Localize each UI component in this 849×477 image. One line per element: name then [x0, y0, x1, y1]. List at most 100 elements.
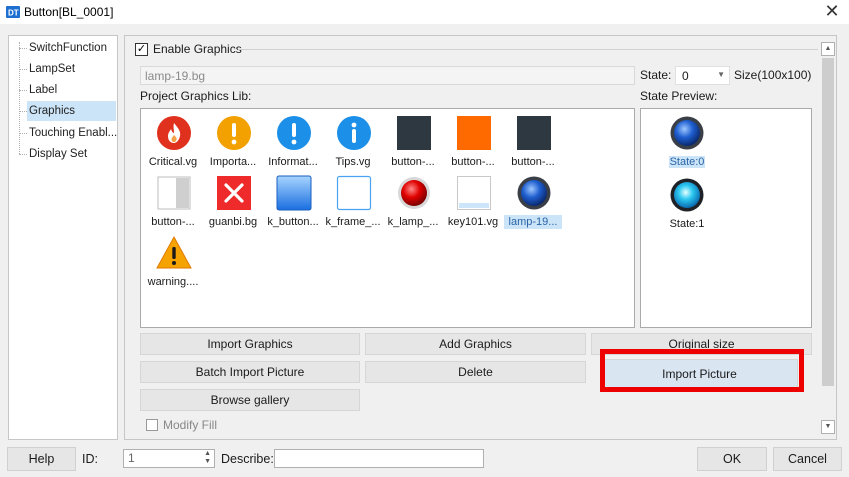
close-icon[interactable]: ✕: [821, 1, 843, 22]
tree-line: [19, 69, 27, 70]
title-bar: DT Button[BL_0001] ✕: [0, 0, 849, 24]
help-button[interactable]: Help: [7, 447, 76, 471]
library-item[interactable]: button-...: [144, 171, 202, 231]
tips-info-icon: [337, 116, 371, 150]
modify-fill-checkbox[interactable]: [146, 419, 158, 431]
state-label: State:: [640, 68, 672, 82]
id-label: ID:: [82, 452, 98, 466]
library-item-caption: guanbi.bg: [208, 216, 258, 228]
library-item-caption: Importa...: [209, 156, 257, 168]
tree-line: [19, 111, 27, 112]
scroll-thumb[interactable]: [822, 58, 834, 386]
library-item-caption: button-...: [151, 216, 195, 228]
blue-lamp-lit-icon: [670, 178, 704, 212]
library-item[interactable]: Informat...: [264, 111, 322, 171]
state-preview-label: State Preview:: [640, 89, 718, 103]
library-item[interactable]: Tips.vg: [324, 111, 382, 171]
id-spinbox[interactable]: 1 ▲ ▼: [123, 449, 215, 468]
nav-item-label[interactable]: Label: [29, 80, 117, 100]
blue-lamp-icon: [517, 176, 551, 210]
tree-line: [19, 48, 27, 49]
key-frame-icon: [457, 176, 491, 210]
warning-triangle-icon: [156, 235, 192, 269]
library-item[interactable]: Critical.vg: [144, 111, 202, 171]
graphics-library-list: Critical.vg Importa... Informat... Tips.…: [140, 108, 635, 328]
red-close-icon: [217, 176, 251, 210]
state-preview-list: State:0 State:1: [640, 108, 812, 328]
library-item[interactable]: lamp-19...: [504, 171, 562, 231]
tree-line: [19, 133, 27, 134]
library-item[interactable]: button-...: [444, 111, 502, 171]
library-item[interactable]: guanbi.bg: [204, 171, 262, 231]
svg-text:DT: DT: [8, 9, 19, 18]
size-label: Size(100x100): [734, 68, 812, 82]
library-item[interactable]: Importa...: [204, 111, 262, 171]
state-select[interactable]: 0 ▼: [675, 66, 730, 85]
cancel-button[interactable]: Cancel: [773, 447, 842, 471]
state-preview-item[interactable]: State:1: [652, 173, 722, 237]
spin-arrows-icon[interactable]: ▲ ▼: [204, 450, 211, 466]
import-graphics-button[interactable]: Import Graphics: [140, 333, 360, 355]
add-graphics-button[interactable]: Add Graphics: [365, 333, 586, 355]
library-item-caption: k_frame_...: [325, 216, 381, 228]
group-divider: [238, 49, 818, 50]
graphic-file-field: lamp-19.bg: [140, 66, 635, 85]
nav-item-lampset[interactable]: LampSet: [29, 59, 117, 79]
browse-gallery-button[interactable]: Browse gallery: [140, 389, 360, 411]
library-item[interactable]: k_lamp_...: [384, 171, 442, 231]
vertical-scrollbar[interactable]: ▲ ▼: [821, 42, 835, 434]
scroll-up-icon[interactable]: ▲: [821, 42, 835, 56]
enable-graphics-label: Enable Graphics: [153, 42, 242, 56]
state-select-value: 0: [682, 69, 689, 83]
library-item[interactable]: k_button...: [264, 171, 322, 231]
important-exclamation-icon: [217, 116, 251, 150]
nav-item-display-set[interactable]: Display Set: [29, 144, 117, 164]
window-title: Button[BL_0001]: [24, 5, 114, 19]
library-item-caption: Tips.vg: [335, 156, 371, 168]
chevron-down-icon: ▼: [717, 70, 725, 79]
dark-square-icon: [517, 116, 551, 150]
nav-item-touching-enable[interactable]: Touching Enabl...: [29, 123, 117, 143]
scroll-down-icon[interactable]: ▼: [821, 420, 835, 434]
state-preview-caption: State:1: [669, 218, 705, 230]
library-item-caption: k_lamp_...: [387, 216, 439, 228]
describe-input[interactable]: [274, 449, 484, 468]
state-preview-caption: State:0: [668, 156, 706, 168]
frame-icon: [336, 175, 372, 211]
delete-button[interactable]: Delete: [365, 361, 586, 383]
library-item-caption: lamp-19...: [504, 215, 562, 229]
settings-nav-tree: SwitchFunction LampSet Label Graphics To…: [8, 35, 118, 440]
app-icon: DT: [6, 6, 20, 18]
library-item[interactable]: button-...: [504, 111, 562, 171]
library-item-caption: key101.vg: [447, 216, 499, 228]
nav-item-graphics[interactable]: Graphics: [27, 101, 116, 121]
dark-square-icon: [397, 116, 431, 150]
highlight-annotation-box: [600, 349, 804, 392]
critical-fire-icon: [157, 116, 191, 150]
nav-item-switchfunction[interactable]: SwitchFunction: [29, 38, 117, 58]
batch-import-picture-button[interactable]: Batch Import Picture: [140, 361, 360, 383]
library-item-caption: Informat...: [268, 156, 318, 168]
blue-lamp-dark-icon: [670, 116, 704, 150]
library-item[interactable]: button-...: [384, 111, 442, 171]
id-value: 1: [128, 451, 135, 465]
red-lamp-icon: [398, 177, 430, 209]
library-item-caption: Critical.vg: [148, 156, 198, 168]
describe-label: Describe:: [221, 452, 274, 466]
orange-square-icon: [457, 116, 491, 150]
enable-graphics-checkbox[interactable]: ✓: [135, 43, 148, 56]
library-item[interactable]: k_frame_...: [324, 171, 382, 231]
library-item-caption: button-...: [511, 156, 555, 168]
half-gray-button-icon: [157, 176, 191, 210]
library-item-caption: warning....: [147, 276, 199, 288]
state-preview-item[interactable]: State:0: [652, 111, 722, 175]
library-item-caption: k_button...: [267, 216, 319, 228]
library-item-caption: button-...: [391, 156, 435, 168]
ok-button[interactable]: OK: [697, 447, 767, 471]
library-item[interactable]: warning....: [144, 231, 202, 291]
modify-fill-label: Modify Fill: [163, 418, 218, 432]
library-item[interactable]: key101.vg: [444, 171, 502, 231]
blue-gradient-button-icon: [276, 175, 312, 211]
tree-line: [19, 90, 27, 91]
tree-line: [19, 42, 20, 154]
